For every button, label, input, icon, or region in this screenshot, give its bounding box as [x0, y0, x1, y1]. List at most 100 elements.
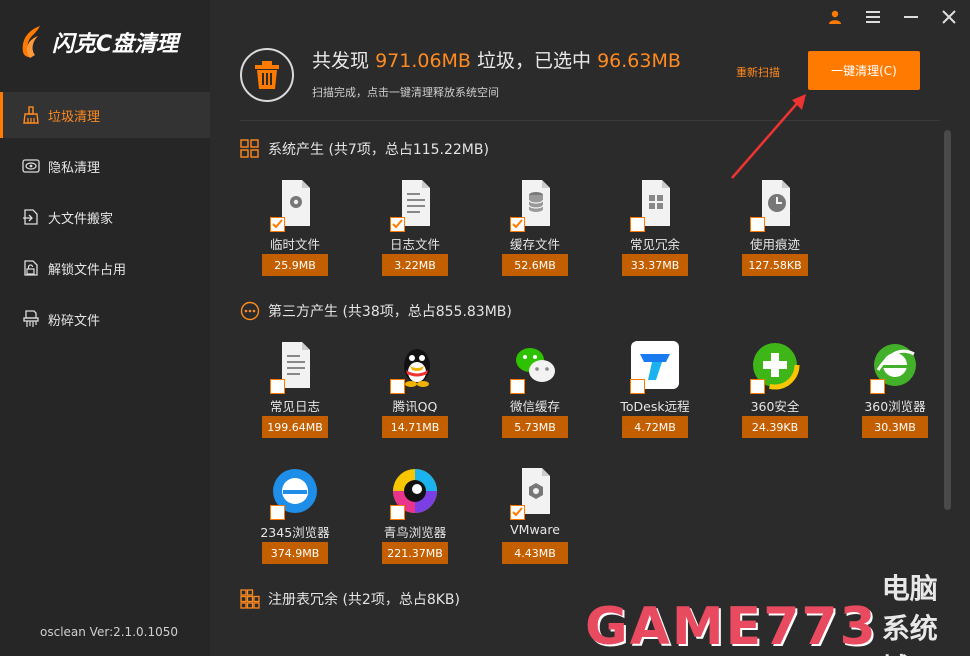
- item-label: 临时文件: [269, 237, 320, 250]
- item-label: 使用痕迹: [749, 237, 800, 250]
- item-size: 374.9MB: [262, 542, 328, 564]
- item-size: 33.37MB: [622, 254, 688, 276]
- watermark: GAME773 电脑系统城: [585, 572, 965, 656]
- unlock-file-icon: [24, 260, 38, 276]
- one-click-clean-button[interactable]: 一键清理(C): [808, 51, 920, 90]
- section-title-third-party: 第三方产生 (共38项，总占855.83MB): [240, 301, 512, 321]
- watermark-site: 电脑系统城: [881, 572, 938, 656]
- eye-icon: [22, 159, 40, 173]
- item-size: 24.39KB: [742, 416, 808, 438]
- scan-subtitle: 扫描完成，点击一键清理释放系统空间: [312, 86, 499, 99]
- item-label: 常见日志: [269, 399, 320, 412]
- menu-icon[interactable]: [864, 8, 882, 26]
- summary-prefix: 共发现: [312, 50, 370, 72]
- junk-item-cache-files[interactable]: 缓存文件 52.6MB: [495, 178, 575, 276]
- junk-item-temp-files[interactable]: 临时文件 25.9MB: [255, 178, 335, 276]
- item-size: 52.6MB: [502, 254, 568, 276]
- junk-item-360-safe[interactable]: 360安全 24.39KB: [735, 340, 815, 438]
- junk-item-log-files[interactable]: 日志文件 3.22MB: [375, 178, 455, 276]
- close-icon[interactable]: [940, 8, 958, 26]
- move-file-icon: [23, 209, 38, 225]
- junk-item-common-logs[interactable]: 常见日志 199.64MB: [255, 340, 335, 438]
- minimize-icon[interactable]: [902, 8, 920, 26]
- item-label: 2345浏览器: [260, 525, 330, 538]
- checkbox[interactable]: [630, 379, 645, 394]
- item-size: 3.22MB: [382, 254, 448, 276]
- junk-item-usage-traces[interactable]: 使用痕迹 127.58KB: [735, 178, 815, 276]
- checkbox[interactable]: [270, 379, 285, 394]
- item-label: ToDesk远程: [620, 399, 690, 412]
- sidebar-item-shred-file[interactable]: 粉碎文件: [0, 296, 210, 342]
- scan-summary-header: 共发现 971.06MB 垃圾，已选中 96.63MB 扫描完成，点击一键清理释…: [240, 44, 940, 114]
- junk-item-qingniao-browser[interactable]: 青鸟浏览器 221.37MB: [375, 466, 455, 564]
- item-label: 缓存文件: [509, 237, 560, 250]
- summary-mid: 垃圾，已选中: [477, 50, 592, 72]
- item-size: 25.9MB: [262, 254, 328, 276]
- section-title-system: 系统产生 (共7项，总占115.22MB): [240, 139, 489, 159]
- checkbox[interactable]: [750, 217, 765, 232]
- section-title-text: 注册表冗余 (共2项，总占8KB): [268, 592, 460, 608]
- junk-item-todesk[interactable]: ToDesk远程 4.72MB: [615, 340, 695, 438]
- junk-item-common-redundant[interactable]: 常见冗余 33.37MB: [615, 178, 695, 276]
- checkbox[interactable]: [270, 217, 285, 232]
- sidebar-item-privacy-clean[interactable]: 隐私清理: [0, 143, 210, 189]
- window-controls: [826, 8, 958, 26]
- section-title-registry: 注册表冗余 (共2项，总占8KB): [240, 589, 460, 609]
- sidebar-item-large-file-move[interactable]: 大文件搬家: [0, 194, 210, 240]
- sidebar-item-label: 大文件搬家: [48, 211, 114, 227]
- sidebar-item-label: 解锁文件占用: [48, 262, 127, 278]
- broom-icon: [23, 106, 39, 124]
- item-size: 4.43MB: [502, 542, 568, 564]
- junk-item-360-browser[interactable]: 360浏览器 30.3MB: [855, 340, 935, 438]
- checkbox[interactable]: [870, 379, 885, 394]
- checkbox[interactable]: [510, 379, 525, 394]
- user-icon[interactable]: [826, 8, 844, 26]
- item-label: 360浏览器: [864, 399, 926, 412]
- item-label: 青鸟浏览器: [383, 525, 447, 538]
- junk-item-wechat[interactable]: 微信缓存 5.73MB: [495, 340, 575, 438]
- registry-icon: [240, 589, 260, 609]
- version-label: osclean Ver:2.1.0.1050: [40, 625, 178, 639]
- checkbox[interactable]: [390, 379, 405, 394]
- item-label: VMware: [510, 522, 560, 537]
- checkbox[interactable]: [510, 505, 525, 520]
- item-size: 127.58KB: [742, 254, 808, 276]
- checkbox[interactable]: [390, 505, 405, 520]
- sidebar-item-unlock-file[interactable]: 解锁文件占用: [0, 245, 210, 291]
- junk-item-vmware[interactable]: VMware 4.43MB: [495, 466, 575, 564]
- watermark-brand: GAME773: [585, 597, 878, 656]
- logo-text: 闪克C盘清理: [52, 32, 179, 57]
- checkbox[interactable]: [270, 505, 285, 520]
- item-label: 腾讯QQ: [392, 399, 438, 412]
- found-total: 971.06MB: [375, 50, 471, 72]
- checkbox[interactable]: [510, 217, 525, 232]
- item-size: 5.73MB: [502, 416, 568, 438]
- junk-item-2345-browser[interactable]: 2345浏览器 374.9MB: [255, 466, 335, 564]
- rescan-link[interactable]: 重新扫描: [736, 64, 780, 80]
- header-divider: [240, 120, 940, 121]
- item-label: 常见冗余: [629, 237, 680, 250]
- item-size: 4.72MB: [622, 416, 688, 438]
- trash-icon: [240, 48, 294, 102]
- item-label: 日志文件: [389, 237, 440, 250]
- grid-icon: [240, 139, 259, 158]
- sidebar: 闪克C盘清理 垃圾清理 隐私清理 大文件搬家 解锁文件占用 粉碎文件 oscle…: [0, 0, 210, 656]
- item-label: 微信缓存: [509, 399, 560, 412]
- section-title-text: 第三方产生 (共38项，总占855.83MB): [268, 304, 512, 320]
- scan-summary-text: 共发现 971.06MB 垃圾，已选中 96.63MB: [312, 46, 681, 73]
- sidebar-item-label: 粉碎文件: [48, 313, 101, 329]
- more-icon: [240, 301, 260, 321]
- scrollbar[interactable]: [944, 130, 951, 510]
- item-label: 360安全: [750, 399, 800, 412]
- selected-total: 96.63MB: [597, 50, 681, 72]
- item-size: 30.3MB: [862, 416, 928, 438]
- item-size: 221.37MB: [382, 542, 448, 564]
- item-size: 199.64MB: [262, 416, 328, 438]
- junk-item-qq[interactable]: 腾讯QQ 14.71MB: [375, 340, 455, 438]
- sidebar-item-label: 垃圾清理: [48, 109, 101, 125]
- checkbox[interactable]: [750, 379, 765, 394]
- checkbox[interactable]: [630, 217, 645, 232]
- sidebar-nav: 垃圾清理 隐私清理 大文件搬家 解锁文件占用 粉碎文件: [0, 92, 210, 347]
- sidebar-item-junk-clean[interactable]: 垃圾清理: [0, 92, 210, 138]
- checkbox[interactable]: [390, 217, 405, 232]
